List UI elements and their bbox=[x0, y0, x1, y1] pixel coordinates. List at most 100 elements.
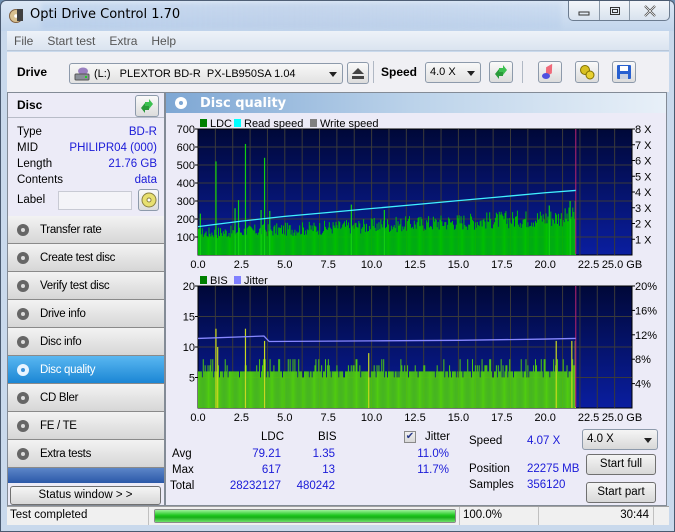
maximize-button[interactable] bbox=[600, 1, 631, 20]
menu-extra[interactable]: Extra bbox=[102, 34, 144, 48]
bar bbox=[209, 365, 211, 408]
status-message: Test completed bbox=[7, 507, 149, 525]
eject-button[interactable] bbox=[347, 62, 369, 84]
bar bbox=[296, 371, 298, 408]
settings-button[interactable] bbox=[575, 61, 599, 83]
status-window-button[interactable]: Status window > > bbox=[10, 486, 161, 505]
disc-label-button[interactable] bbox=[138, 189, 159, 211]
bar bbox=[433, 221, 435, 255]
bar bbox=[412, 228, 414, 255]
bar bbox=[278, 227, 280, 255]
disc-label-input[interactable] bbox=[58, 190, 133, 210]
bar bbox=[375, 377, 377, 408]
bar-spike bbox=[199, 213, 201, 255]
bar bbox=[231, 233, 233, 255]
bar bbox=[479, 221, 481, 255]
bar bbox=[430, 371, 432, 408]
bar bbox=[560, 371, 562, 408]
nav-fe-te[interactable]: FE / TE bbox=[8, 412, 164, 440]
bar bbox=[426, 220, 428, 255]
nav-disc-quality[interactable]: Disc quality bbox=[8, 356, 164, 384]
refresh-speed-button[interactable] bbox=[489, 61, 513, 83]
bar bbox=[205, 371, 207, 408]
bar bbox=[398, 225, 400, 255]
refresh-icon bbox=[495, 65, 507, 79]
bar bbox=[405, 371, 407, 408]
bar bbox=[280, 228, 282, 255]
bar bbox=[436, 227, 438, 255]
drive-select[interactable]: (L:) PLEXTOR BD-R PX-LB950SA 1.04 bbox=[69, 63, 343, 84]
disc-gear-icon bbox=[17, 223, 29, 236]
bar bbox=[304, 230, 306, 255]
bar bbox=[453, 371, 455, 408]
bar bbox=[527, 222, 529, 255]
bar bbox=[470, 213, 472, 255]
speed-select[interactable]: 4.0 X bbox=[425, 62, 481, 83]
bar bbox=[484, 365, 486, 408]
bar bbox=[283, 371, 285, 408]
bar bbox=[222, 377, 224, 408]
minimize-button[interactable] bbox=[569, 1, 600, 20]
save-button[interactable] bbox=[612, 61, 636, 83]
test-speed-select[interactable]: 4.0 X bbox=[582, 429, 658, 450]
legend-label: Jitter bbox=[244, 275, 268, 287]
bar bbox=[311, 225, 313, 255]
bar bbox=[496, 214, 498, 255]
bar bbox=[343, 377, 345, 408]
bar bbox=[236, 232, 238, 255]
bar bbox=[444, 377, 446, 408]
close-button[interactable] bbox=[630, 1, 669, 20]
bar bbox=[398, 377, 400, 408]
nav-extra-tests[interactable]: Extra tests bbox=[8, 440, 164, 468]
bar bbox=[429, 371, 431, 408]
nav-transfer-rate[interactable]: Transfer rate bbox=[8, 216, 164, 244]
disc-header-title: Disc bbox=[17, 98, 43, 112]
nav-verify-test-disc[interactable]: Verify test disc bbox=[8, 272, 164, 300]
bar bbox=[316, 231, 318, 255]
start-part-button[interactable]: Start part bbox=[586, 482, 656, 503]
nav-drive-info[interactable]: Drive info bbox=[8, 300, 164, 328]
bar bbox=[209, 233, 211, 255]
bar bbox=[457, 377, 459, 408]
bar bbox=[261, 371, 262, 408]
bar bbox=[249, 226, 251, 255]
erase-icon bbox=[542, 64, 553, 79]
menu-start-test[interactable]: Start test bbox=[40, 34, 102, 48]
menu-file[interactable]: File bbox=[7, 34, 40, 48]
chevron-down-icon bbox=[467, 71, 475, 76]
bar bbox=[407, 365, 409, 408]
bar bbox=[198, 228, 199, 255]
stats-avg-bis: 1.35 bbox=[312, 448, 335, 460]
bar bbox=[377, 371, 379, 408]
bar bbox=[506, 365, 508, 408]
nav-cd-bler[interactable]: CD Bler bbox=[8, 384, 164, 412]
start-full-button[interactable]: Start full bbox=[586, 454, 656, 475]
bar bbox=[331, 371, 333, 408]
bar bbox=[364, 371, 366, 408]
bar bbox=[443, 359, 445, 408]
bar bbox=[509, 359, 511, 408]
bar bbox=[324, 371, 325, 408]
jitter-label: Jitter bbox=[425, 431, 450, 443]
jitter-checkbox[interactable]: ✔ bbox=[404, 431, 416, 443]
nav-disc-info[interactable]: Disc info bbox=[8, 328, 164, 356]
bar bbox=[464, 224, 466, 255]
menu-help[interactable]: Help bbox=[144, 34, 183, 48]
bar bbox=[277, 234, 279, 255]
bar bbox=[460, 216, 462, 255]
y2-tick-label: 20% bbox=[635, 281, 657, 293]
bar bbox=[389, 230, 391, 255]
bar bbox=[404, 365, 406, 408]
nav-create-test-disc[interactable]: Create test disc bbox=[8, 244, 164, 272]
bar bbox=[489, 212, 491, 255]
y2-tick-label: 5 X bbox=[635, 171, 652, 183]
bar bbox=[315, 359, 317, 408]
erase-button[interactable] bbox=[538, 61, 562, 83]
bar bbox=[357, 371, 359, 408]
bar bbox=[340, 371, 342, 408]
speed-label: Speed bbox=[469, 435, 503, 447]
bar bbox=[223, 233, 225, 255]
bar bbox=[385, 228, 387, 255]
bar bbox=[499, 371, 501, 408]
disc-refresh-button[interactable] bbox=[135, 95, 159, 117]
